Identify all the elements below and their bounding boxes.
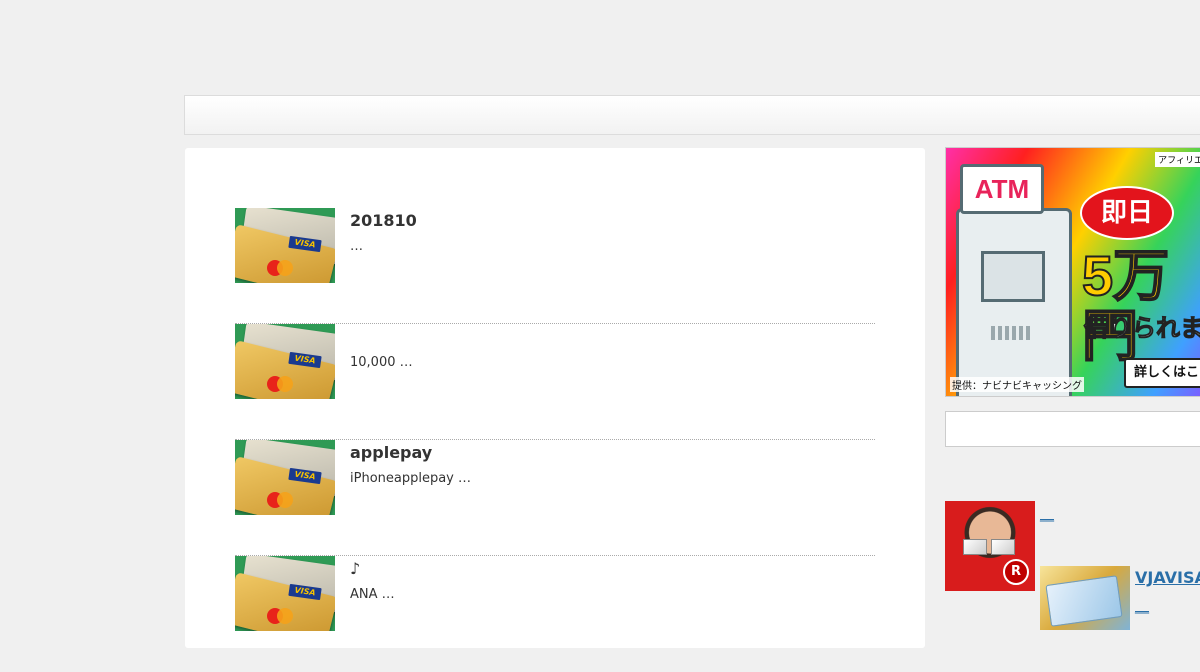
card-image xyxy=(963,539,987,555)
atm-keypad xyxy=(991,326,1031,340)
ad-corner-label: アフィリエ xyxy=(1155,152,1200,167)
atm-screen xyxy=(981,251,1045,302)
ad-bubble: 即日 xyxy=(1080,186,1174,240)
ad-credit: 提供：ナビナビキャッシング xyxy=(950,377,1084,392)
sidebar-post-thumbnail[interactable] xyxy=(1040,566,1130,630)
post-thumbnail[interactable]: VISA xyxy=(235,556,335,631)
post-entry[interactable]: VISA 10,000 … xyxy=(235,324,875,440)
sidebar-post-link[interactable]: VJAVISA xyxy=(1135,568,1200,587)
post-excerpt: iPhoneapplepay … xyxy=(350,471,472,486)
post-entry[interactable]: VISA applepay iPhoneapplepay … xyxy=(235,440,875,556)
ad-details-button[interactable]: 詳しくはこち xyxy=(1124,358,1200,388)
atm-sign: ATM xyxy=(960,164,1044,214)
mastercard-logo-icon xyxy=(267,492,293,508)
ad-headline: 5万円 xyxy=(1081,244,1170,367)
post-thumbnail[interactable]: VISA xyxy=(235,324,335,399)
rakuten-badge-icon: R xyxy=(1003,559,1029,585)
atm-ad-banner[interactable]: ATM アフィリエ 即日 5万円 借りられまし 詳しくはこち 提供：ナビナビキャ… xyxy=(945,147,1200,397)
post-excerpt: 10,000 … xyxy=(350,355,413,370)
sidebar-search-input[interactable] xyxy=(945,411,1200,447)
mastercard-logo-icon xyxy=(267,260,293,276)
post-entry[interactable]: VISA ♪ ANA … xyxy=(235,556,875,672)
sidebar-post-link[interactable]: __ xyxy=(1040,506,1054,522)
post-title[interactable]: 201810 xyxy=(350,211,417,230)
sidebar-post-thumbnail[interactable]: R xyxy=(945,501,1035,591)
post-excerpt: ANA … xyxy=(350,587,395,602)
atm-machine-icon xyxy=(956,208,1072,396)
main-content: VISA 201810 … VISA 10,000 … VISA applepa… xyxy=(185,148,925,648)
post-entry[interactable]: VISA 201810 … xyxy=(235,208,875,324)
mastercard-logo-icon xyxy=(267,608,293,624)
sidebar-post-link[interactable]: __ xyxy=(1135,598,1149,614)
mastercard-logo-icon xyxy=(267,376,293,392)
post-excerpt: … xyxy=(350,239,363,254)
card-image xyxy=(1045,575,1123,627)
post-thumbnail[interactable]: VISA xyxy=(235,440,335,515)
post-title[interactable]: applepay xyxy=(350,443,432,462)
ad-subline: 借りられまし xyxy=(1084,314,1200,343)
global-nav-bar xyxy=(184,95,1200,135)
post-title[interactable]: ♪ xyxy=(350,559,360,578)
card-image xyxy=(991,539,1015,555)
post-thumbnail[interactable]: VISA xyxy=(235,208,335,283)
